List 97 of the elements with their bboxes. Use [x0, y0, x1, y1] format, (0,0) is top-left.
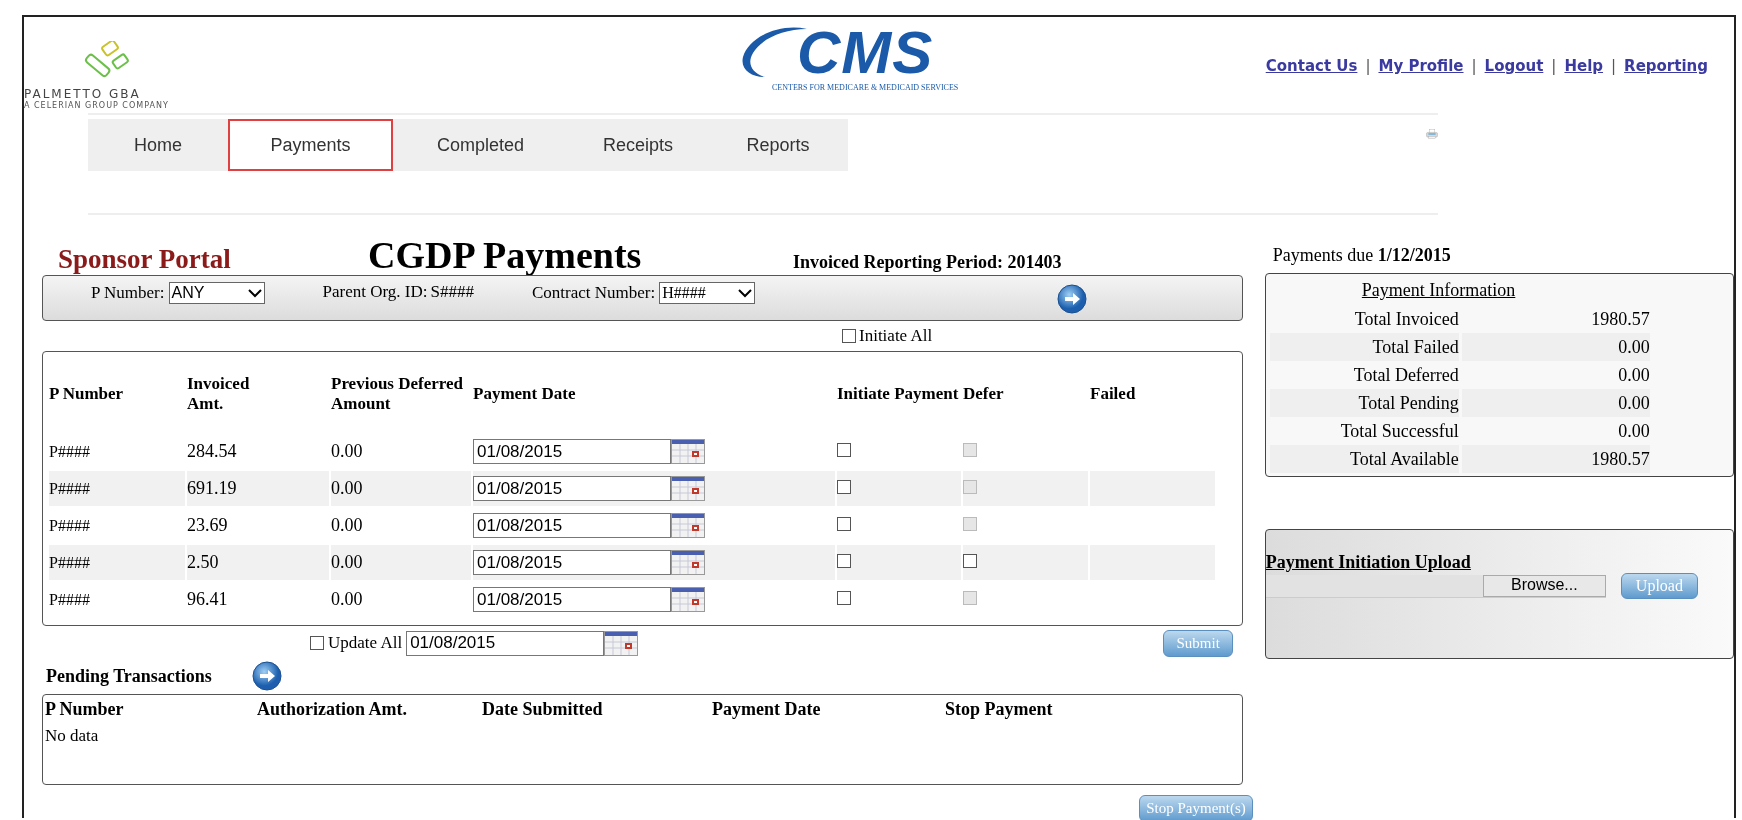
nav-tab[interactable]: Reports — [708, 119, 848, 171]
nav-tab[interactable]: Receipts — [568, 119, 708, 171]
nav-tab[interactable]: Payments — [228, 119, 393, 171]
table-cell: P#### — [49, 553, 90, 571]
checkbox[interactable] — [837, 479, 851, 494]
info-label: Total Invoiced — [1354, 308, 1459, 330]
panel-title: Payment Initiation Upload — [1265, 552, 1471, 573]
checkbox[interactable] — [310, 636, 324, 650]
date-field[interactable]: 01/08/2015 — [473, 476, 671, 501]
cms-logo-subtitle: CENTERS FOR MEDICARE & MEDICAID SERVICES — [772, 83, 959, 92]
table-cell: 0.00 — [331, 552, 363, 572]
header-link[interactable]: Logout — [1484, 57, 1544, 75]
column-header: Previous Deferred Amount — [331, 374, 464, 413]
info-label: Total Failed — [1372, 336, 1459, 358]
panel-title: Payment Information — [1361, 280, 1516, 301]
column-header: Payment Date — [712, 699, 822, 720]
column-header: P Number — [49, 384, 124, 403]
link-separator: | — [1611, 57, 1617, 75]
filter-label: Parent Org. ID: — [322, 282, 428, 302]
reporting-period: Invoiced Reporting Period: 201403 — [793, 252, 1062, 273]
info-value: 0.00 — [1618, 420, 1650, 442]
checkbox[interactable] — [963, 553, 977, 568]
column-header: Authorization Amt. — [257, 699, 408, 720]
header-link[interactable]: Contact Us — [1265, 57, 1358, 75]
chevron-icon — [738, 288, 753, 298]
calendar-icon[interactable] — [604, 630, 639, 656]
table-cell: 2.50 — [187, 552, 219, 572]
header-link[interactable]: Help — [1564, 57, 1604, 75]
checkbox[interactable] — [837, 590, 851, 605]
calendar-icon[interactable] — [671, 476, 705, 501]
info-label: Total Deferred — [1353, 364, 1459, 386]
table-cell: P#### — [49, 442, 90, 460]
column-header: Payment Date — [473, 384, 576, 403]
info-value: 1980.57 — [1591, 448, 1650, 470]
select-dropdown[interactable]: ANY — [168, 282, 265, 304]
nav-tab[interactable]: Home — [88, 119, 228, 171]
date-field[interactable]: 01/08/2015 — [406, 630, 605, 656]
header-link[interactable]: My Profile — [1378, 57, 1464, 75]
logo-name: PALMETTO GBA — [24, 87, 141, 101]
date-field[interactable]: 01/08/2015 — [473, 550, 671, 575]
checkbox[interactable] — [837, 516, 851, 531]
column-header: Failed — [1090, 384, 1136, 403]
payments-due: Payments due 1/12/2015 — [1272, 244, 1451, 267]
date-field[interactable]: 01/08/2015 — [473, 513, 671, 538]
header-link[interactable]: Reporting — [1624, 57, 1708, 75]
column-header: Initiate Payment — [837, 384, 959, 403]
nav-tab[interactable]: Completed — [393, 119, 568, 171]
table-cell: 0.00 — [331, 478, 363, 498]
info-label: Total Available — [1349, 448, 1459, 470]
info-value: 0.00 — [1618, 364, 1650, 386]
info-value: 1980.57 — [1591, 308, 1650, 330]
checkbox-label: Update All — [328, 633, 403, 653]
column-header: Invoiced Amt. — [187, 374, 251, 414]
page-title: CGDP Payments — [368, 233, 643, 277]
info-value: 0.00 — [1618, 336, 1650, 358]
date-field[interactable]: 01/08/2015 — [473, 587, 671, 612]
section-title: Pending Transactions — [46, 665, 212, 687]
date-field[interactable]: 01/08/2015 — [473, 439, 671, 464]
column-header: Stop Payment — [945, 699, 1053, 720]
link-separator: | — [1365, 57, 1371, 75]
column-header: P Number — [45, 699, 125, 720]
calendar-icon[interactable] — [671, 513, 705, 538]
select-dropdown[interactable]: H#### — [659, 282, 756, 304]
portal-title: Sponsor Portal — [58, 244, 232, 275]
checkbox[interactable] — [837, 553, 851, 568]
checkbox-label: Initiate All — [859, 326, 933, 346]
column-header: Defer — [963, 384, 1004, 403]
table-cell: 0.00 — [331, 441, 363, 461]
table-cell: 691.19 — [187, 478, 237, 498]
logo-tagline: A CELERIAN GROUP COMPANY — [24, 101, 169, 110]
link-separator: | — [1551, 57, 1557, 75]
table-cell: P#### — [49, 479, 90, 497]
table-cell: 284.54 — [187, 441, 237, 461]
table-cell: 23.69 — [187, 515, 228, 535]
empty-message: No data — [45, 726, 99, 746]
file-field[interactable]: Browse... — [1265, 574, 1606, 598]
link-separator: | — [1471, 57, 1477, 75]
table-cell: 96.41 — [187, 589, 228, 609]
table-cell: P#### — [49, 590, 90, 608]
chevron-icon — [247, 288, 262, 298]
info-value: 0.00 — [1618, 392, 1650, 414]
table-cell: 0.00 — [331, 515, 363, 535]
table-cell: 0.00 — [331, 589, 363, 609]
cms-logo-text: CMS — [796, 25, 934, 81]
calendar-icon[interactable] — [671, 550, 705, 575]
calendar-icon[interactable] — [671, 439, 705, 464]
filter-label: P Number: — [91, 283, 165, 303]
checkbox[interactable] — [842, 329, 856, 343]
browse-button[interactable]: Browse... — [1482, 574, 1606, 597]
info-label: Total Pending — [1358, 392, 1459, 414]
column-header: Date Submitted — [482, 699, 604, 720]
filter-label: Contract Number: — [531, 283, 656, 303]
calendar-icon[interactable] — [671, 587, 705, 612]
info-label: Total Successful — [1340, 420, 1459, 442]
table-cell: P#### — [49, 516, 90, 534]
checkbox[interactable] — [837, 442, 851, 457]
filter-value: S#### — [430, 282, 474, 302]
